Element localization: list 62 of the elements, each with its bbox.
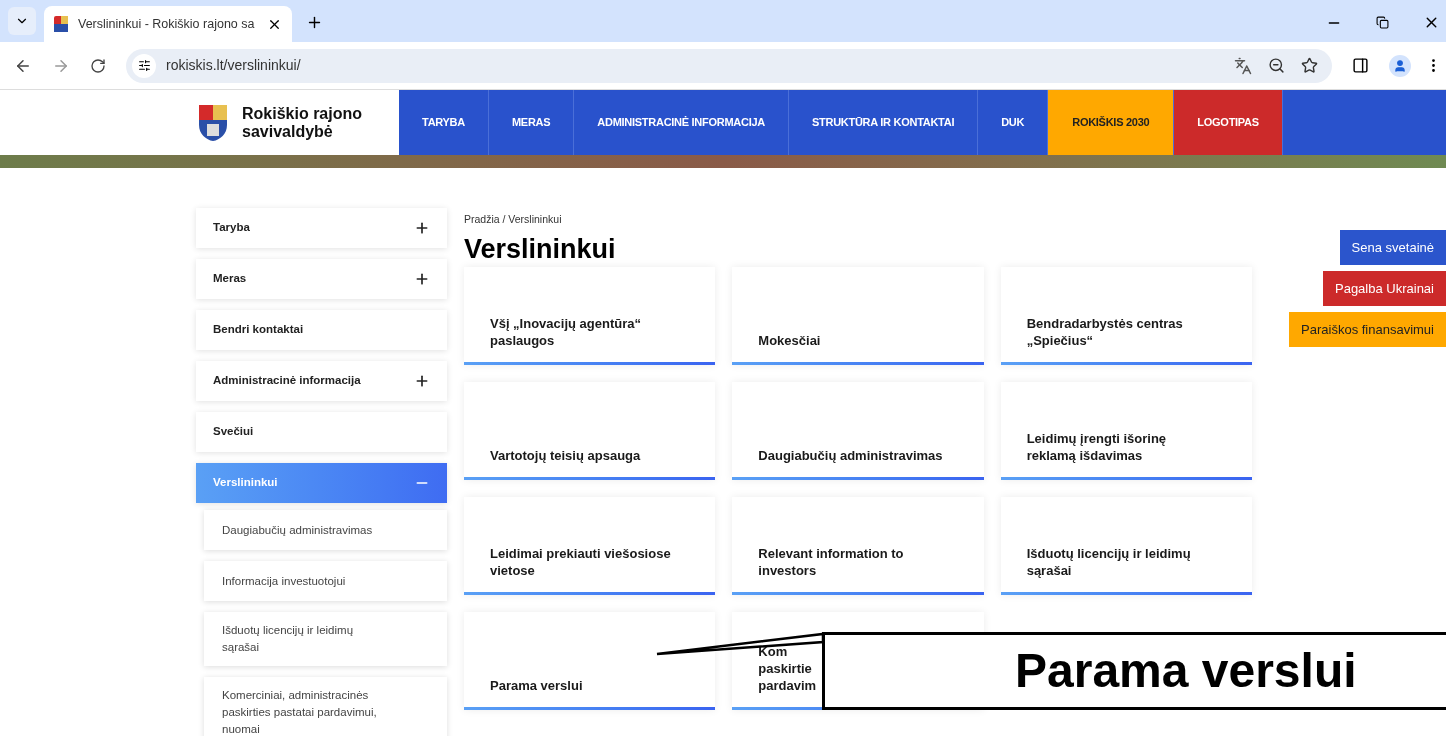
card-title: Všį „Inovacijų agentūra“ paslaugos	[490, 315, 641, 349]
expand-icon[interactable]	[414, 271, 430, 287]
sidebar-item[interactable]: Administracinė informacija	[196, 361, 447, 401]
link-card[interactable]: Leidimai prekiauti viešosiose vietose	[464, 497, 716, 595]
browser-tab[interactable]: Verslininkui - Rokiškio rajono sa	[44, 6, 292, 42]
expand-icon[interactable]	[414, 220, 430, 236]
card-title: Mokesčiai	[758, 332, 821, 349]
card-title: Leidimai prekiauti viešosiose vietose	[490, 545, 671, 579]
link-card[interactable]: Daugiabučių administravimas	[732, 382, 984, 480]
breadcrumb: Pradžia / Verslininkui	[464, 212, 563, 226]
sidebar-item[interactable]: Taryba	[196, 208, 447, 248]
card-title: Leidimų įrengti išorinę reklamą išdavimas	[1026, 430, 1167, 464]
star-icon[interactable]	[1301, 57, 1318, 74]
link-card[interactable]: Všį „Inovacijų agentūra“ paslaugos	[464, 267, 716, 365]
link-card[interactable]: Bendradarbystės centras „Spiečius“	[1000, 267, 1252, 365]
link-card[interactable]: Mokesčiai	[732, 267, 984, 365]
card-title: Vartotojų teisių apsauga	[490, 447, 641, 464]
zoom-icon[interactable]	[1268, 57, 1285, 74]
sidebar-label: Meras	[213, 271, 247, 287]
reload-icon[interactable]	[90, 57, 106, 74]
nav-link[interactable]: ROKIŠKIS 2030	[1048, 90, 1175, 155]
favicon-icon	[54, 16, 68, 32]
submenu-item[interactable]: Daugiabučių administravimas	[204, 510, 447, 550]
translate-icon[interactable]	[1234, 56, 1252, 75]
submenu-item[interactable]: Išduotų licencijų ir leidimų sąrašai	[204, 612, 447, 666]
page-title: Verslininkui	[464, 233, 617, 266]
sidebar-label: Taryba	[213, 220, 250, 236]
card-title: Išduotų licencijų ir leidimų sąrašai	[1026, 545, 1191, 579]
link-card[interactable]: Išduotų licencijų ir leidimų sąrašai	[1000, 497, 1252, 595]
side-button[interactable]: Paraiškos finansavimui	[1289, 312, 1446, 347]
card-title: Parama verslui	[490, 677, 583, 694]
card-title: Relevant information to investors	[758, 545, 904, 579]
sidebar-item[interactable]: Svečiui	[196, 412, 447, 452]
link-card[interactable]: Leidimų įrengti išorinę reklamą išdavimas	[1000, 382, 1252, 480]
sidebar-label: Bendri kontaktai	[213, 322, 304, 338]
expand-icon[interactable]	[414, 373, 430, 389]
profile-icon[interactable]	[1393, 58, 1407, 73]
site-info-icon[interactable]	[137, 59, 151, 72]
sidebar-label: Administracinė informacija	[213, 373, 361, 389]
submenu-item[interactable]: Informacija investuotojui	[204, 561, 447, 601]
sidebar-item[interactable]: Meras	[196, 259, 447, 299]
link-card[interactable]: Relevant information to investors	[732, 497, 984, 595]
callout-text: Parama verslui	[1015, 643, 1357, 699]
side-button[interactable]: Sena svetainė	[1339, 230, 1446, 265]
tab-title: Verslininkui - Rokiškio rajono sa	[78, 15, 256, 33]
new-tab-icon[interactable]	[306, 14, 323, 31]
site-name[interactable]: Rokiškio rajono savivaldybė	[242, 104, 372, 141]
sidebar-label: Verslininkui	[213, 475, 278, 491]
address-field[interactable]: rokiskis.lt/verslininkui/	[126, 48, 1332, 83]
card-title: Kom paskirtie pardavim	[758, 643, 817, 694]
coat-of-arms-icon	[198, 103, 228, 142]
sidebar-label: Svečiui	[213, 424, 254, 440]
card-title: Bendradarbystės centras „Spiečius“	[1026, 315, 1183, 349]
card-title: Daugiabučių administravimas	[758, 447, 943, 464]
submenu-item[interactable]: Komerciniai, administracinės paskirties pastatai pardavimui, nuomai	[204, 677, 447, 736]
side-button[interactable]: Pagalba Ukrainai	[1323, 271, 1446, 306]
link-card[interactable]: Vartotojų teisių apsauga	[464, 382, 716, 480]
sidebar-item[interactable]: Bendri kontaktai	[196, 310, 447, 350]
url-text: rokiskis.lt/verslininkui/	[166, 56, 301, 75]
restore-icon[interactable]	[1376, 16, 1389, 29]
side-panel-icon[interactable]	[1352, 57, 1369, 74]
nav-link[interactable]: LOGOTIPAS	[1174, 90, 1283, 155]
